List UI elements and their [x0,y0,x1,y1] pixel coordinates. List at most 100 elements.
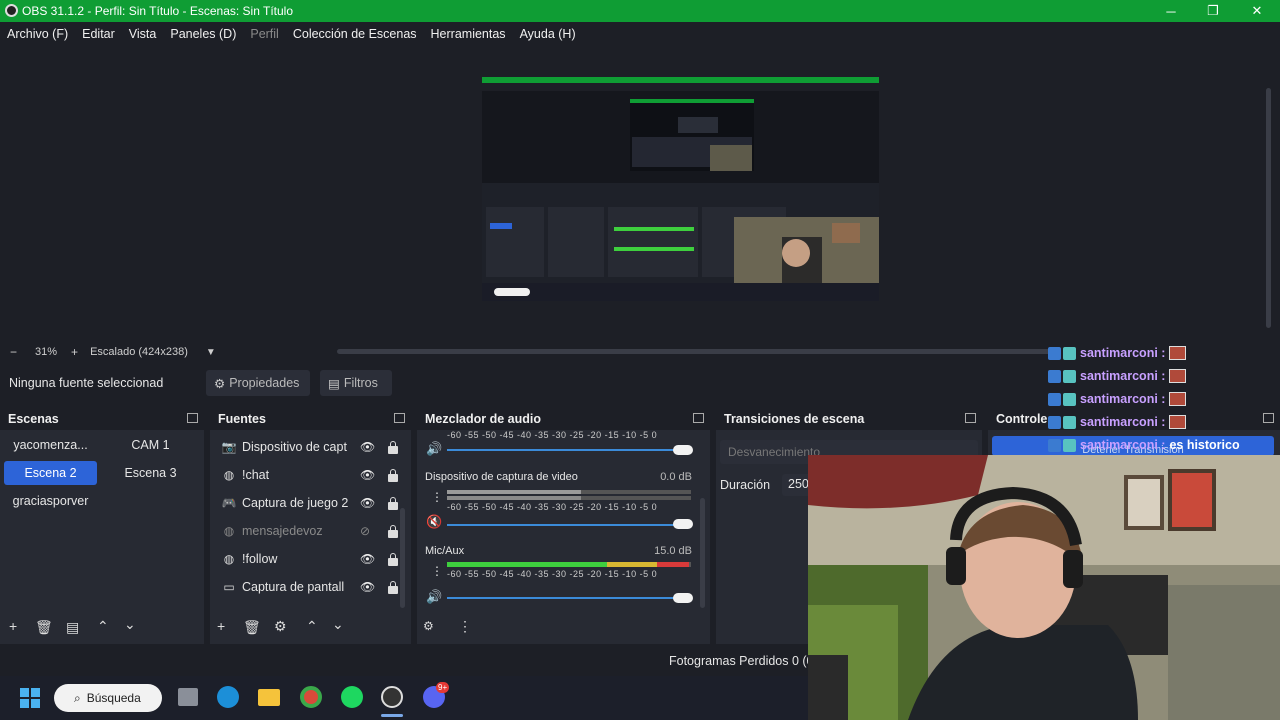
speaker-icon[interactable]: 🔊 [426,589,442,605]
title-bar: OBS 31.1.2 - Perfil: Sin Título - Escena… [0,0,1280,22]
speaker-muted-icon[interactable]: 🔇 [426,514,442,530]
menu-herramientas[interactable]: Herramientas [431,27,506,41]
remove-scene-icon[interactable]: 🗑 [35,619,53,636]
menu-coleccion-escenas[interactable]: Colección de Escenas [293,27,417,41]
undock-icon[interactable] [187,413,198,423]
lock-icon[interactable] [386,441,398,454]
volume-slider-track[interactable] [447,449,683,451]
eye-icon[interactable]: 👁 [360,496,375,510]
meter-fill-red [657,562,689,567]
channel-db: 15.0 dB [654,545,692,557]
preview-horizontal-scrollbar[interactable] [337,349,1057,354]
chat-message: santimarconi : es historico [1048,435,1240,455]
scene-button-yacomenza[interactable]: yacomenza... [4,433,97,457]
minimize-button[interactable]: ─ [1150,0,1192,22]
volume-slider-knob[interactable] [673,519,693,529]
channel-menu-icon[interactable]: ⋮ [431,490,443,504]
meter-bar [447,562,691,567]
eye-hidden-icon[interactable]: ⊘ [360,524,374,538]
preview-vertical-scrollbar[interactable] [1266,88,1271,328]
scene-button-graciasporver[interactable]: graciasporver [4,489,97,513]
taskbar-search[interactable]: ⌕ Búsqueda [54,684,162,712]
menu-perfil[interactable]: Perfil [250,27,278,41]
source-properties-icon[interactable]: ⚙ [274,618,287,635]
lock-icon[interactable] [386,581,398,594]
mixer-menu-icon[interactable]: ⋮ [458,618,472,635]
add-scene-icon[interactable]: + [9,618,17,634]
spotify-icon[interactable] [341,686,363,708]
eye-icon[interactable]: 👁 [360,580,375,594]
eye-icon[interactable]: 👁 [360,552,375,566]
move-up-icon[interactable]: ⌃ [97,618,109,635]
obs-taskbar-icon[interactable] [381,686,403,708]
chat-username: santimarconi : [1080,369,1166,383]
meter-fill-yellow [607,562,657,567]
scene-button-cam1[interactable]: CAM 1 [104,433,197,457]
scene-button-escena3[interactable]: Escena 3 [104,461,197,485]
source-label: mensajedevoz [242,524,323,538]
camera-icon: 📷 [221,440,237,454]
scale-dropdown-icon[interactable]: ▼ [206,347,216,358]
undock-icon[interactable] [394,413,405,423]
task-view-icon[interactable] [178,688,198,706]
source-label: !chat [242,468,270,482]
move-down-icon[interactable]: ⌄ [124,616,136,633]
source-item[interactable]: 🎮 Captura de juego 2 👁 [216,491,406,515]
moderator-badge-icon [1048,415,1061,429]
sources-scrollbar[interactable] [400,508,405,608]
close-button[interactable]: ✕ [1236,0,1278,22]
zoom-in-button[interactable]: + [71,345,78,359]
scene-filters-icon[interactable]: ▤ [66,619,79,636]
lock-icon[interactable] [386,469,398,482]
menu-vista[interactable]: Vista [129,27,157,41]
meter-scale: -60 -55 -50 -45 -40 -35 -30 -25 -20 -15 … [447,569,658,579]
chrome-icon[interactable] [300,686,322,708]
subscriber-badge-icon [1063,369,1076,383]
source-item[interactable]: 📷 Dispositivo de capt 👁 [216,435,406,459]
edge-icon[interactable] [217,686,239,708]
move-up-icon[interactable]: ⌃ [306,618,318,635]
advanced-audio-icon[interactable]: ⚙ [423,619,434,633]
source-label: Captura de juego 2 [242,496,349,510]
scene-button-escena2[interactable]: Escena 2 [4,461,97,485]
volume-slider-knob[interactable] [673,445,693,455]
file-explorer-icon[interactable] [258,689,280,706]
lock-icon[interactable] [386,497,398,510]
windows-start-icon[interactable] [20,688,40,708]
undock-icon[interactable] [1263,413,1274,423]
speaker-icon[interactable]: 🔊 [426,441,442,457]
volume-slider-track[interactable] [447,597,683,599]
lock-icon[interactable] [386,525,398,538]
menu-ayuda[interactable]: Ayuda (H) [520,27,576,41]
eye-icon[interactable]: 👁 [360,440,375,454]
zoom-out-button[interactable]: − [10,345,17,359]
undock-icon[interactable] [693,413,704,423]
filter-icon: ▤ [328,376,340,391]
meter-fill [447,490,582,494]
maximize-button[interactable]: ❐ [1192,0,1234,22]
eye-icon[interactable]: 👁 [360,468,375,482]
channel-menu-icon[interactable]: ⋮ [431,564,443,578]
program-preview[interactable] [482,77,879,301]
mixer-title: Mezclador de audio [425,412,541,426]
lock-icon[interactable] [386,553,398,566]
move-down-icon[interactable]: ⌄ [332,616,344,633]
remove-source-icon[interactable]: 🗑 [243,619,261,636]
chat-username: santimarconi : [1080,346,1166,360]
undock-icon[interactable] [965,413,976,423]
filters-button[interactable]: ▤ Filtros [320,370,392,396]
menu-paneles[interactable]: Paneles (D) [170,27,236,41]
source-item[interactable]: ▭ Captura de pantall 👁 [216,575,406,599]
volume-slider-track[interactable] [447,524,683,526]
no-source-selected-label: Ninguna fuente seleccionad [9,376,164,390]
add-source-icon[interactable]: + [217,618,225,634]
source-item[interactable]: ◍ mensajedevoz ⊘ [216,519,406,543]
source-item[interactable]: ◍ !chat 👁 [216,463,406,487]
mixer-scrollbar[interactable] [700,498,705,608]
volume-slider-knob[interactable] [673,593,693,603]
notification-badge: 9+ [436,682,450,693]
menu-archivo[interactable]: Archivo (F) [7,27,68,41]
menu-editar[interactable]: Editar [82,27,115,41]
properties-button[interactable]: ⚙ Propiedades [206,370,310,396]
source-item[interactable]: ◍ !follow 👁 [216,547,406,571]
